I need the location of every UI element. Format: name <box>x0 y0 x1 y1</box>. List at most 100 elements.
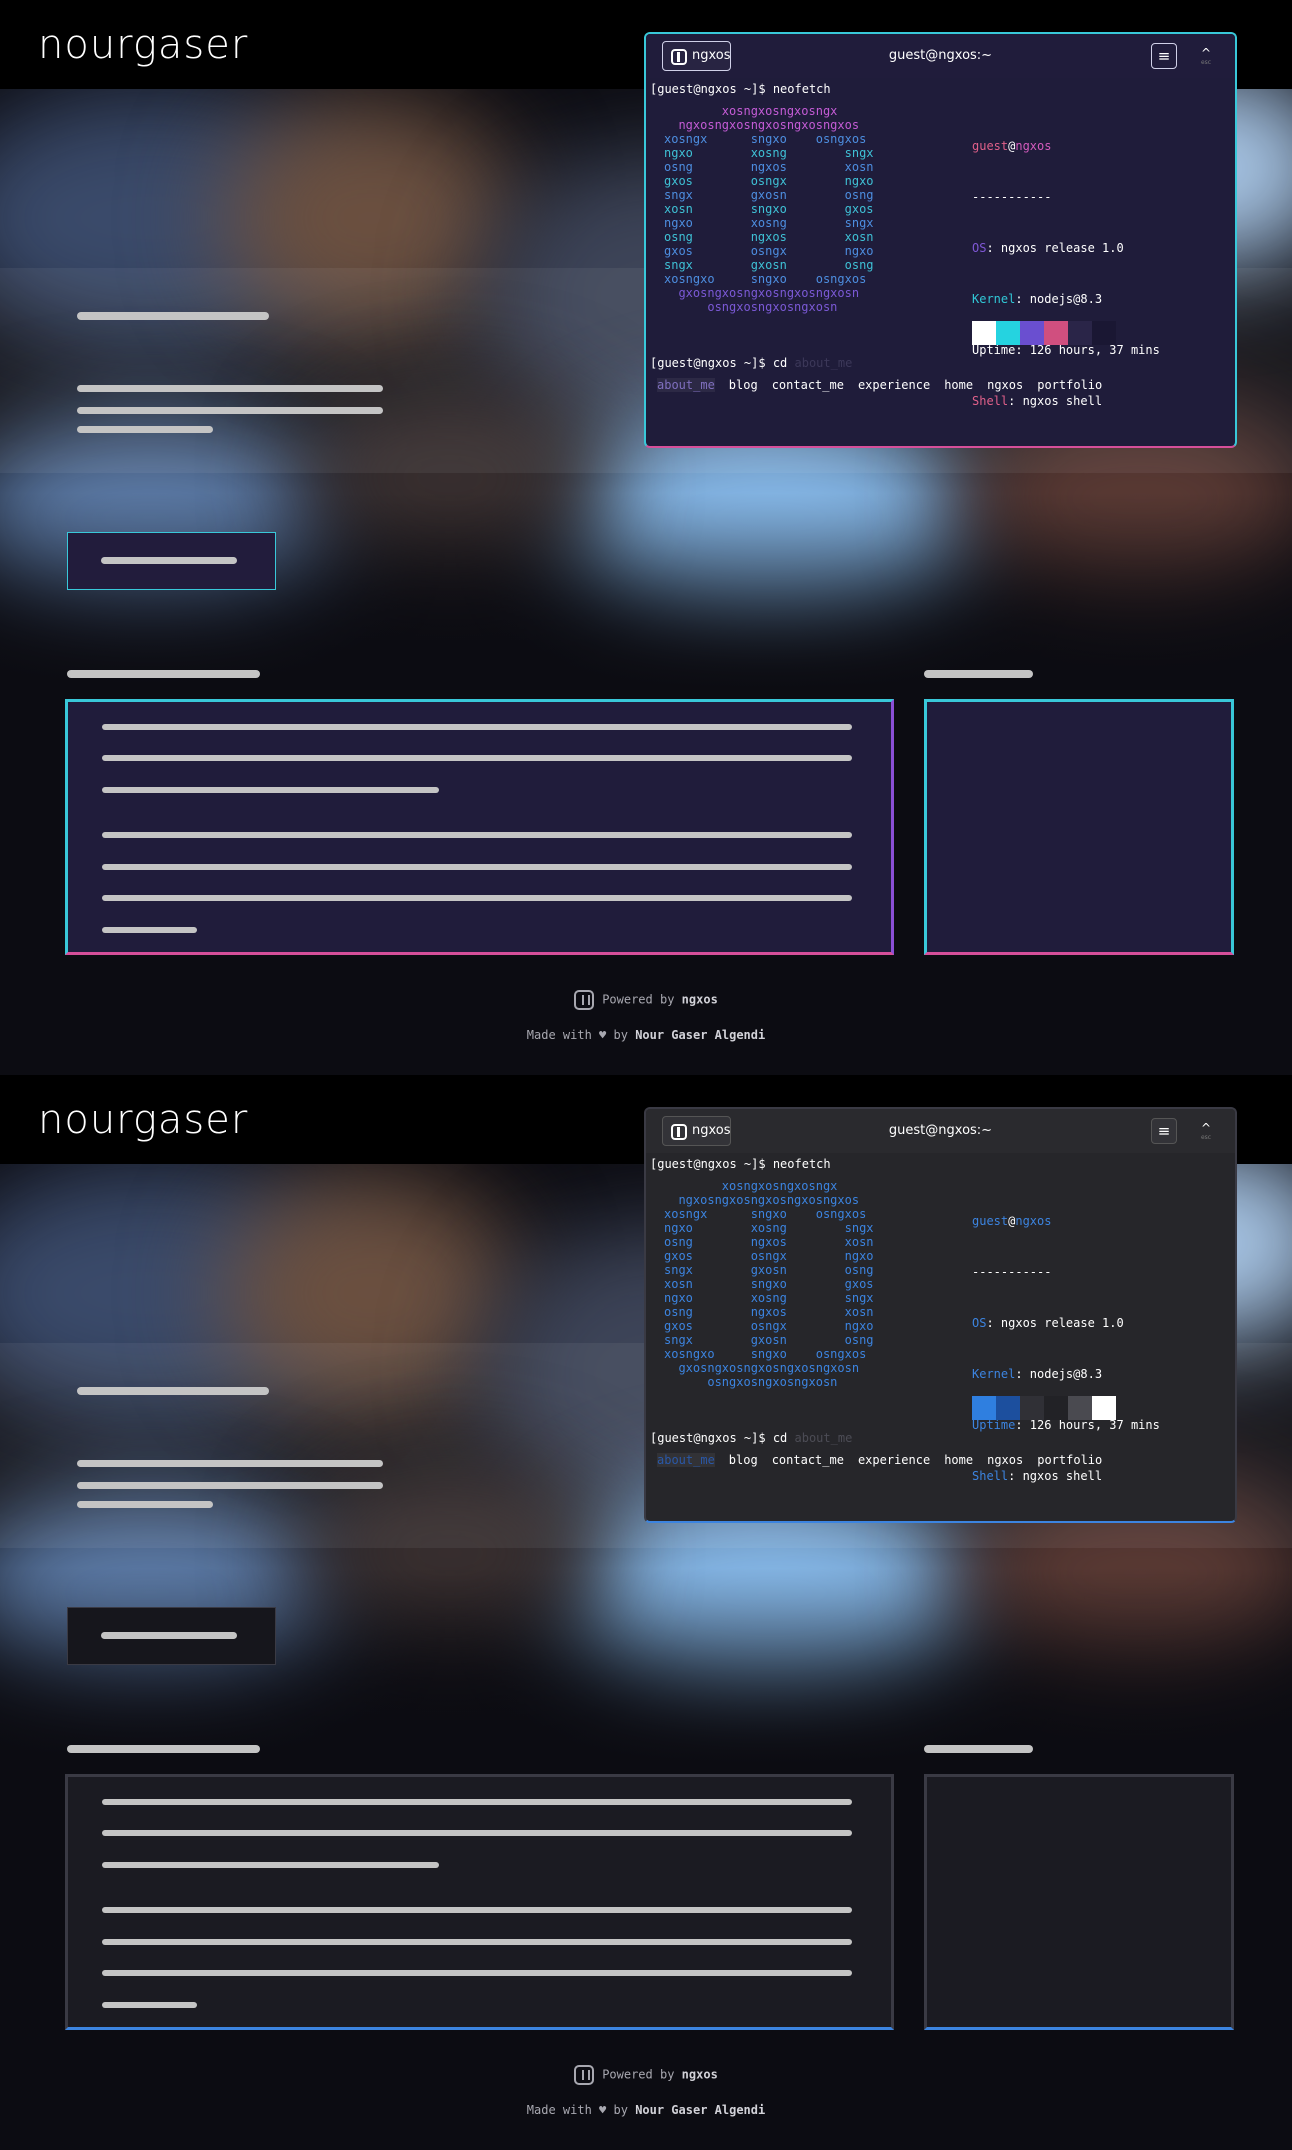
ascii-logo-line: sngx gxosn osng <box>664 1333 874 1347</box>
color-swatch <box>1044 321 1068 345</box>
heart-icon: ♥ <box>599 1028 607 1042</box>
directory-item[interactable]: contact_me <box>772 378 844 392</box>
ngxos-logo-icon <box>574 2065 595 2085</box>
command-line: [guest@ngxos ~]$ neofetch <box>650 82 831 96</box>
ascii-logo-line: xosngxo sngxo osngxos <box>664 272 867 286</box>
content-line <box>102 1970 852 1976</box>
author-name[interactable]: Nour Gaser Algendi <box>635 2103 765 2117</box>
ascii-logo-line: gxos osngx ngxo <box>664 1319 874 1333</box>
ascii-logo: xosngxosngxosngx ngxosngxosngxosngxosngx… <box>664 104 874 314</box>
hero-title-placeholder <box>77 312 269 320</box>
directory-item[interactable]: ngxos <box>987 378 1023 392</box>
aside-title-placeholder <box>924 670 1033 678</box>
ascii-logo-line: gxos osngx ngxo <box>664 244 874 258</box>
directory-item[interactable]: home <box>944 378 973 392</box>
command-line: [guest@ngxos ~]$ neofetch <box>650 1157 831 1171</box>
content-line <box>102 927 197 933</box>
side-card <box>924 699 1234 955</box>
content-line <box>102 787 439 793</box>
color-swatch <box>1044 1396 1068 1420</box>
color-swatch <box>1068 1396 1092 1420</box>
ascii-logo-line: gxosngxosngxosngxosngxosn <box>664 1361 860 1375</box>
color-swatch <box>972 1396 996 1420</box>
ascii-logo-line: sngx gxosn osng <box>664 188 874 202</box>
ascii-logo-line: ngxo xosng sngx <box>664 1291 874 1305</box>
terminal-window[interactable]: guest@ngxos:~ ngxos ≡ ^ esc [guest@ngxos … <box>644 32 1237 448</box>
ascii-logo-line: ngxosngxosngxosngxosngxos <box>664 1193 860 1207</box>
directory-item[interactable]: about_me <box>657 1453 715 1467</box>
terminal-body[interactable]: [guest@ngxos ~]$ neofetch xosngxosngxosn… <box>650 78 1231 446</box>
page-variant-fedora: nourgaser Powered by ngxos Made with ♥ b… <box>0 1075 1292 2150</box>
color-palette <box>972 1396 1116 1420</box>
content-line <box>102 1830 852 1836</box>
system-info: guest@ngxos ----------- OS: ngxos releas… <box>972 139 1160 446</box>
directory-list: about_me blog contact_me experience home ngxo… <box>657 378 1116 392</box>
directory-item[interactable]: experience <box>858 1453 930 1467</box>
directory-item[interactable]: about_me <box>657 378 715 392</box>
content-card <box>65 1774 894 2030</box>
ascii-logo-line: xosngxosngxosngx <box>664 104 838 118</box>
ascii-logo: xosngxosngxosngx ngxosngxosngxosngxosngx… <box>664 1179 874 1389</box>
terminal-title: guest@ngxos:~ <box>888 1123 993 1138</box>
author-name[interactable]: Nour Gaser Algendi <box>635 1028 765 1042</box>
ascii-logo-line: osng ngxos xosn <box>664 1235 874 1249</box>
content-line <box>102 1907 852 1913</box>
content-card <box>65 699 894 955</box>
ascii-logo-line: xosn sngxo gxos <box>664 202 874 216</box>
directory-list: about_me blog contact_me experience home ngxo… <box>657 1453 1116 1467</box>
made-with: Made with ♥ by Nour Gaser Algendi <box>526 2103 766 2117</box>
terminal-tab[interactable]: ngxos <box>662 1116 731 1146</box>
color-swatch <box>972 321 996 345</box>
powered-by-link[interactable]: ngxos <box>682 2068 718 2082</box>
ascii-logo-line: gxosngxosngxosngxosngxosn <box>664 286 860 300</box>
collapse-button[interactable]: ^ esc <box>1197 46 1215 68</box>
hero-text-line <box>77 1460 383 1467</box>
directory-item[interactable]: experience <box>858 378 930 392</box>
color-swatch <box>996 321 1020 345</box>
powered-by-link[interactable]: ngxos <box>682 993 718 1007</box>
directory-item[interactable]: blog <box>729 1453 758 1467</box>
color-swatch <box>1020 1396 1044 1420</box>
terminal-titlebar[interactable]: guest@ngxos:~ ngxos ≡ ^ esc <box>646 34 1235 78</box>
menu-button[interactable]: ≡ <box>1151 43 1177 69</box>
content-line <box>102 1862 439 1868</box>
aside-title-placeholder <box>924 1745 1033 1753</box>
terminal-window[interactable]: guest@ngxos:~ ngxos ≡ ^ esc [guest@ngxos … <box>644 1107 1237 1523</box>
site-logo[interactable]: nourgaser <box>38 1095 248 1145</box>
directory-item[interactable]: home <box>944 1453 973 1467</box>
directory-item[interactable]: ngxos <box>987 1453 1023 1467</box>
menu-button[interactable]: ≡ <box>1151 1118 1177 1144</box>
hamburger-icon: ≡ <box>1157 1122 1171 1140</box>
directory-item[interactable]: contact_me <box>772 1453 844 1467</box>
powered-by: Powered by ngxos <box>0 990 1292 1010</box>
color-swatch <box>1092 1396 1116 1420</box>
directory-item[interactable]: blog <box>729 378 758 392</box>
terminal-titlebar[interactable]: guest@ngxos:~ ngxos ≡ ^ esc <box>646 1109 1235 1153</box>
hero-cta-button[interactable] <box>67 532 276 590</box>
ascii-logo-line: osng ngxos xosn <box>664 1305 874 1319</box>
input-line[interactable]: [guest@ngxos ~]$ cd about_me <box>650 356 852 370</box>
hero-text-line <box>77 1501 213 1508</box>
terminal-title: guest@ngxos:~ <box>888 48 993 63</box>
ascii-logo-line: xosngx sngxo osngxos <box>664 132 867 146</box>
page-variant-vgcolors: nourgaser Powered by ngxos Made with ♥ b… <box>0 0 1292 1075</box>
content-line <box>102 864 852 870</box>
ascii-logo-line: ngxosngxosngxosngxosngxos <box>664 118 860 132</box>
ascii-logo-line: osng ngxos xosn <box>664 230 874 244</box>
ascii-logo-line: sngx gxosn osng <box>664 258 874 272</box>
collapse-button[interactable]: ^ esc <box>1197 1121 1215 1143</box>
terminal-body[interactable]: [guest@ngxos ~]$ neofetch xosngxosngxosn… <box>650 1153 1231 1521</box>
terminal-tab[interactable]: ngxos <box>662 41 731 71</box>
chevron-up-icon: ^ <box>1200 1121 1212 1135</box>
chevron-up-icon: ^ <box>1200 46 1212 60</box>
site-logo[interactable]: nourgaser <box>38 20 248 70</box>
hero-text-line <box>77 426 213 433</box>
heart-icon: ♥ <box>599 2103 607 2117</box>
hero-cta-button[interactable] <box>67 1607 276 1665</box>
content-line <box>102 895 852 901</box>
input-line[interactable]: [guest@ngxos ~]$ cd about_me <box>650 1431 852 1445</box>
ngxos-tab-icon <box>671 1124 687 1140</box>
directory-item[interactable]: portfolio <box>1037 378 1102 392</box>
hero-text-line <box>77 385 383 392</box>
directory-item[interactable]: portfolio <box>1037 1453 1102 1467</box>
